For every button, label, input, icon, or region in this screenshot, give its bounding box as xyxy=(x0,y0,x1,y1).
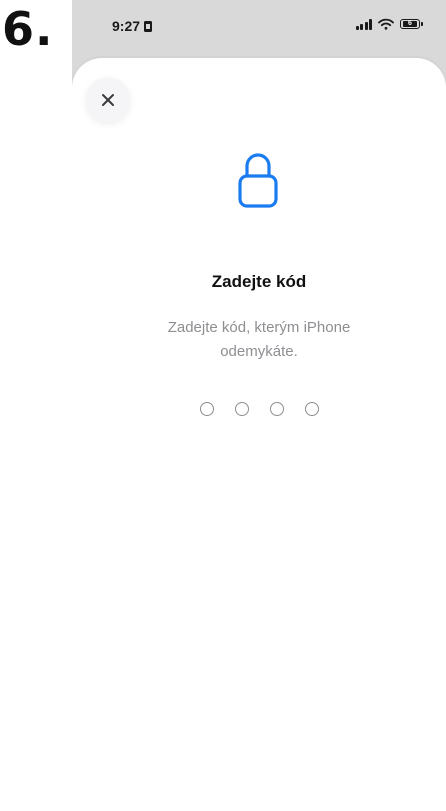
page-title: Zadejte kód xyxy=(211,272,307,291)
step-number: 6. xyxy=(2,2,54,56)
battery-icon: 6 xyxy=(400,19,423,29)
close-icon xyxy=(102,94,114,106)
passcode-dot xyxy=(199,402,214,416)
passcode-dot xyxy=(304,402,319,416)
status-icons: 6 xyxy=(355,18,423,30)
signal-icon xyxy=(355,18,372,30)
sim-icon xyxy=(144,20,153,32)
status-time: 9:27 xyxy=(112,18,141,34)
status-bar: 9:27 6 xyxy=(72,0,446,56)
passcode-dots[interactable] xyxy=(72,402,446,416)
lock-icon xyxy=(238,153,278,208)
close-button[interactable] xyxy=(86,78,130,122)
passcode-sheet: Zadejte kód Zadejte kód, kterým iPhone o… xyxy=(72,58,446,811)
page-subtitle: Zadejte kód, kterým iPhone odemykáte. xyxy=(167,319,351,360)
passcode-dot xyxy=(269,402,284,416)
battery-level: 6 xyxy=(403,20,417,27)
phone-screen: 9:27 6 Zadejte kód Zadejte kód, kterým i… xyxy=(72,0,446,811)
wifi-icon xyxy=(378,18,394,30)
passcode-dot xyxy=(234,402,249,416)
status-time-group: 9:27 xyxy=(112,18,153,34)
